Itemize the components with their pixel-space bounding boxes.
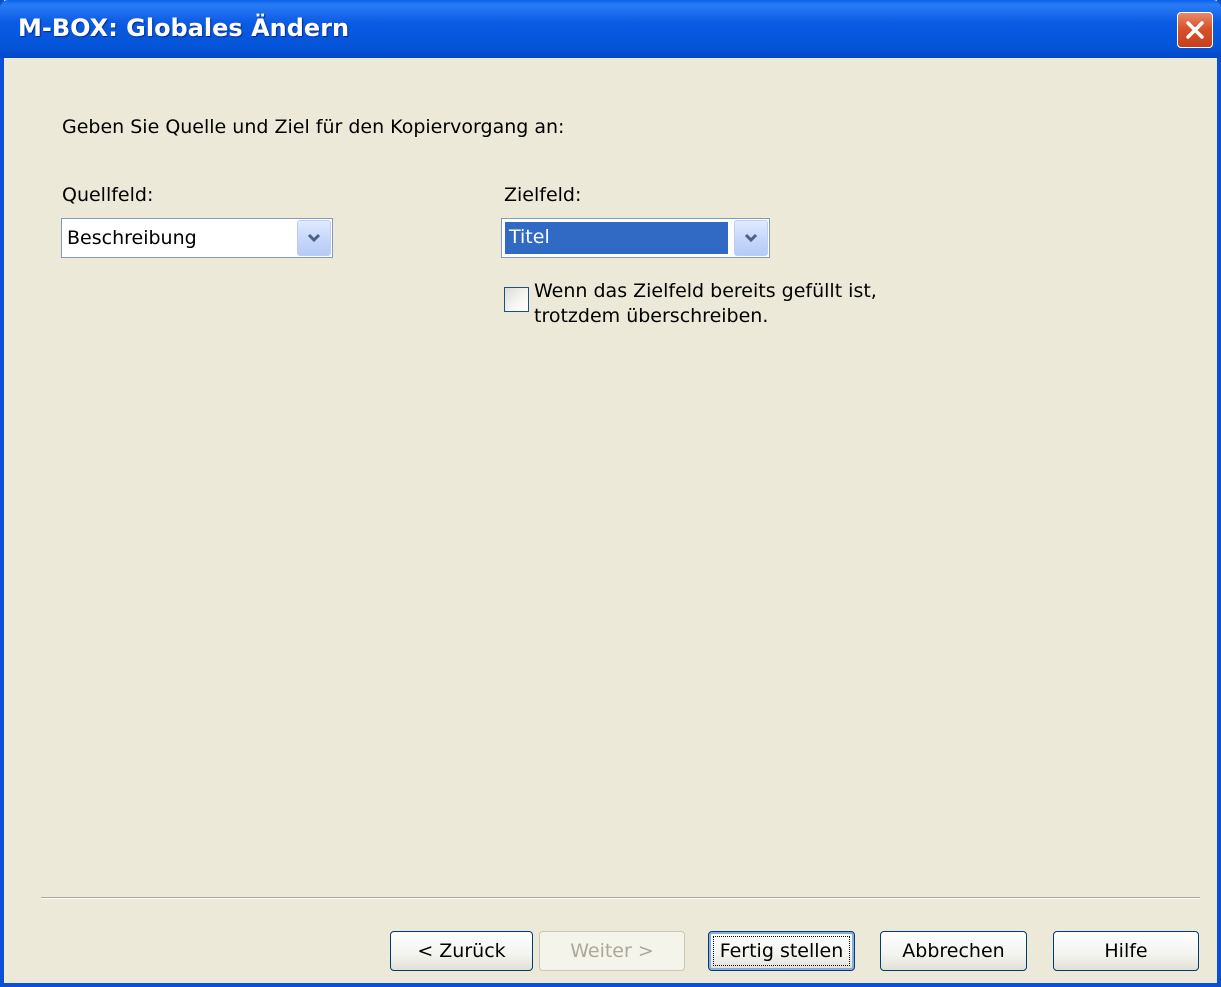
back-button[interactable]: < Zurück	[390, 931, 533, 971]
target-field-label: Zielfeld:	[504, 184, 582, 206]
button-separator	[41, 897, 1200, 899]
finish-button[interactable]: Fertig stellen	[708, 931, 855, 971]
finish-button-label: Fertig stellen	[719, 940, 844, 962]
overwrite-label-line1[interactable]: Wenn das Zielfeld bereits gefüllt ist,	[534, 280, 877, 302]
source-field-dropdown-button[interactable]	[297, 220, 331, 256]
target-field-select[interactable]: Titel	[501, 218, 770, 258]
close-icon	[1186, 21, 1204, 39]
next-button[interactable]: Weiter >	[539, 931, 685, 971]
source-field-value: Beschreibung	[67, 227, 197, 249]
overwrite-label-line2[interactable]: trotzdem überschreiben.	[534, 305, 768, 327]
chevron-down-icon	[307, 233, 321, 243]
target-field-dropdown-button[interactable]	[734, 220, 768, 256]
instruction-text: Geben Sie Quelle und Ziel für den Kopier…	[62, 116, 565, 138]
cancel-button[interactable]: Abbrechen	[880, 931, 1027, 971]
title-bar[interactable]: M-BOX: Globales Ändern	[0, 0, 1221, 58]
close-button[interactable]	[1177, 12, 1213, 48]
source-field-select[interactable]: Beschreibung	[61, 218, 333, 258]
help-button[interactable]: Hilfe	[1053, 931, 1199, 971]
source-field-label: Quellfeld:	[62, 184, 154, 206]
window-title: M-BOX: Globales Ändern	[18, 14, 350, 42]
wizard-window: M-BOX: Globales Ändern Geben Sie Quelle …	[0, 0, 1221, 987]
chevron-down-icon	[744, 233, 758, 243]
overwrite-checkbox[interactable]	[504, 287, 529, 312]
target-field-value: Titel	[505, 222, 728, 254]
